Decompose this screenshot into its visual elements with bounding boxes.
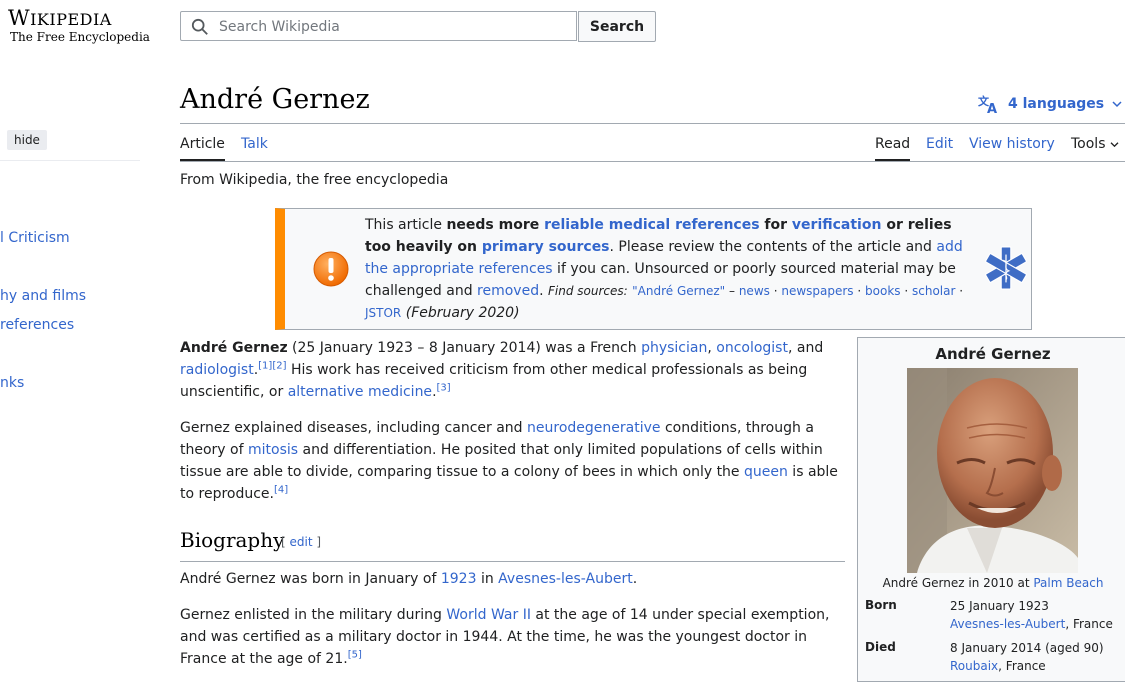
translate-icon: 文 A (978, 94, 997, 114)
tab-read[interactable]: Read (875, 136, 911, 161)
notice-text: This article needs more reliable medical… (365, 217, 964, 321)
palm-beach-link[interactable]: Palm Beach (1033, 576, 1103, 590)
born-label: Born (865, 598, 897, 612)
infobox-title: André Gernez (935, 345, 1051, 363)
lead-paragraph: André Gernez (25 January 1923 – 8 Januar… (180, 340, 824, 400)
search-input[interactable] (217, 18, 571, 36)
radiologist-link[interactable]: radiologist (180, 362, 254, 378)
site-subtitle: From Wikipedia, the free encyclopedia (180, 172, 449, 188)
toc-divider (0, 160, 140, 161)
edit-section-link[interactable]: edit (290, 535, 313, 549)
search-field[interactable] (180, 11, 577, 41)
physician-link[interactable]: physician (641, 340, 707, 356)
find-scholar-link[interactable]: scholar (912, 284, 955, 298)
ref-1[interactable]: [1] (258, 360, 272, 371)
removed-link[interactable]: removed (477, 283, 539, 299)
tab-article[interactable]: Article (180, 136, 225, 161)
find-books-link[interactable]: books (865, 284, 901, 298)
ref-5[interactable]: [5] (348, 649, 362, 660)
born-value: 25 January 1923 Avesnes-les-Aubert, Franc… (950, 599, 1113, 631)
tab-view-history[interactable]: View history (969, 136, 1055, 159)
tools-menu[interactable]: Tools (1071, 136, 1119, 159)
find-newspapers-link[interactable]: newspapers (781, 284, 853, 298)
ref-4[interactable]: [4] (274, 484, 288, 495)
theory-paragraph: Gernez explained diseases, including can… (180, 420, 838, 502)
primary-sources-link[interactable]: primary sources (482, 239, 610, 255)
mitosis-link[interactable]: mitosis (248, 442, 298, 458)
biography-paragraph-2: Gernez enlisted in the military during W… (180, 607, 830, 667)
svg-text:A: A (987, 102, 997, 114)
tab-talk[interactable]: Talk (241, 136, 268, 159)
biography-edit: [ edit ] (281, 535, 322, 549)
reliable-medical-references-link[interactable]: reliable medical references (544, 217, 759, 233)
title-divider (180, 123, 1125, 124)
alternative-medicine-link[interactable]: alternative medicine (288, 384, 432, 400)
birthplace-link[interactable]: Avesnes-les-Aubert (950, 617, 1065, 631)
languages-label: 4 languages (1008, 96, 1105, 112)
toc-item-references[interactable]: references (0, 317, 74, 333)
chevron-down-icon (1112, 101, 1122, 108)
deathplace-link[interactable]: Roubaix (950, 659, 998, 673)
ref-2[interactable]: [2] (272, 360, 286, 371)
tabs-divider (180, 161, 1125, 162)
oncologist-link[interactable]: oncologist (716, 340, 788, 356)
died-label: Died (865, 640, 896, 654)
page-title: André Gernez (180, 84, 370, 115)
biography-paragraph-1: André Gernez was born in January of 1923… (180, 571, 638, 587)
warning-icon (313, 251, 349, 287)
medical-references-notice: This article needs more reliable medical… (275, 208, 1032, 330)
search-icon (191, 18, 208, 35)
toc-item-external-links[interactable]: nks (0, 375, 24, 391)
section-divider (180, 561, 845, 562)
photo-caption: André Gernez in 2010 at Palm Beach (882, 576, 1104, 590)
star-of-life-icon (985, 246, 1027, 290)
notice-date: (February 2020) (405, 305, 520, 321)
find-sources-query-link[interactable]: "André Gernez" (632, 284, 725, 298)
year-1923-link[interactable]: 1923 (441, 571, 477, 587)
portrait-photo[interactable] (907, 368, 1078, 573)
neurodegenerative-link[interactable]: neurodegenerative (527, 420, 660, 436)
ref-3[interactable]: [3] (437, 382, 451, 393)
wikipedia-wordmark[interactable]: WIKIPEDIA (8, 6, 112, 30)
find-jstor-link[interactable]: JSTOR (365, 306, 401, 320)
tab-edit[interactable]: Edit (926, 136, 953, 159)
toc-item-bibliography-and-films[interactable]: hy and films (0, 288, 86, 304)
avesnes-les-aubert-link[interactable]: Avesnes-les-Aubert (498, 571, 633, 587)
died-value: 8 January 2014 (aged 90) Roubaix, France (950, 641, 1104, 673)
wikipedia-tagline: The Free Encyclopedia (10, 30, 150, 44)
biography-heading: Biography (180, 528, 285, 552)
infobox: André Gernez André Gernez in 2010 at Pal… (857, 337, 1125, 682)
toc-hide-button[interactable]: hide (7, 130, 47, 150)
chevron-down-icon (1110, 142, 1119, 148)
find-sources-label: Find sources: (548, 284, 628, 298)
queen-link[interactable]: queen (744, 464, 788, 480)
search-button[interactable]: Search (578, 11, 656, 42)
verification-link[interactable]: verification (792, 217, 882, 233)
toc-item-criticism[interactable]: l Criticism (0, 230, 70, 246)
languages-button[interactable]: 文 A 4 languages (978, 94, 1122, 114)
subject-name: André Gernez (180, 340, 288, 356)
world-war-ii-link[interactable]: World War II (446, 607, 531, 623)
find-news-link[interactable]: news (739, 284, 770, 298)
